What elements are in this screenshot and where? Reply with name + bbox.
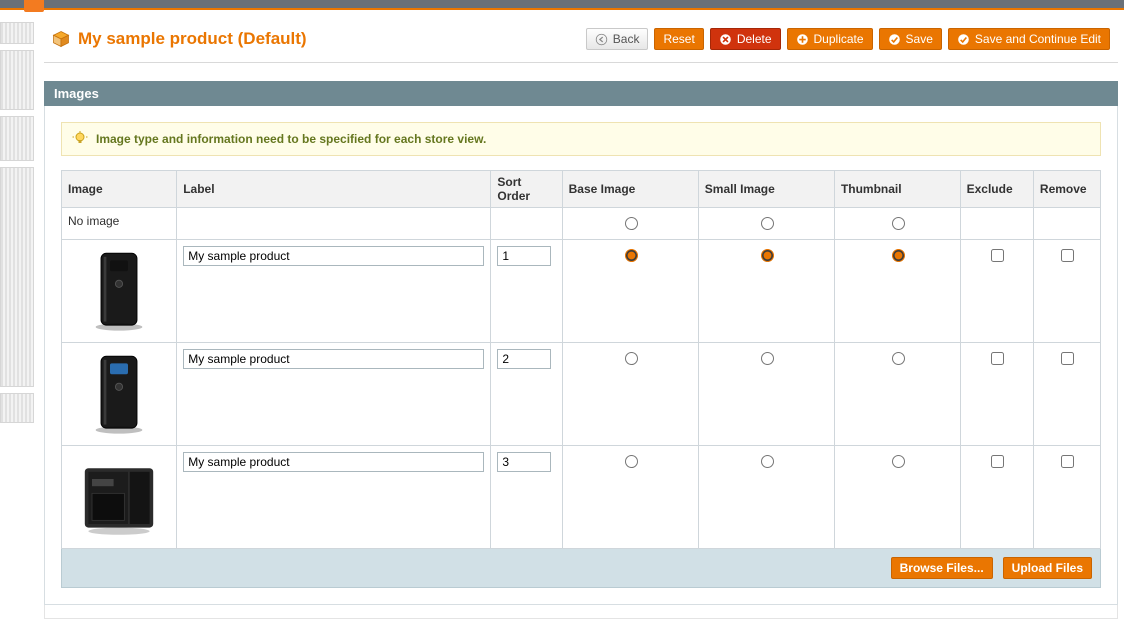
- left-rail: [0, 22, 34, 622]
- browse-files-label: Browse Files...: [900, 561, 984, 575]
- table-row: [62, 446, 1101, 549]
- hint-icon: [72, 131, 88, 147]
- duplicate-button[interactable]: Duplicate: [787, 28, 873, 50]
- section-header: Images: [44, 81, 1118, 106]
- upload-files-button[interactable]: Upload Files: [1003, 557, 1092, 579]
- thumbnail-radio[interactable]: [892, 217, 905, 230]
- no-image-cell: No image: [62, 208, 177, 240]
- label-input[interactable]: [183, 349, 484, 369]
- product-icon: [52, 30, 70, 48]
- delete-icon: [719, 33, 732, 46]
- save-continue-button[interactable]: Save and Continue Edit: [948, 28, 1110, 50]
- table-row: No image: [62, 208, 1101, 240]
- back-button[interactable]: Back: [586, 28, 649, 50]
- col-small-image: Small Image: [698, 171, 834, 208]
- upload-files-label: Upload Files: [1012, 561, 1083, 575]
- remove-checkbox[interactable]: [1061, 249, 1074, 262]
- reset-button[interactable]: Reset: [654, 28, 703, 50]
- col-sort-order: Sort Order: [491, 171, 562, 208]
- thumbnail-radio[interactable]: [892, 352, 905, 365]
- label-input[interactable]: [183, 246, 484, 266]
- product-thumbnail[interactable]: [74, 349, 164, 439]
- col-thumbnail: Thumbnail: [834, 171, 960, 208]
- images-table: Image Label Sort Order Base Image Small …: [61, 170, 1101, 549]
- col-exclude: Exclude: [960, 171, 1033, 208]
- notice-text: Image type and information need to be sp…: [96, 132, 486, 146]
- reset-label: Reset: [663, 32, 694, 46]
- small-image-radio[interactable]: [761, 455, 774, 468]
- base-image-radio[interactable]: [625, 352, 638, 365]
- col-remove: Remove: [1033, 171, 1100, 208]
- thumbnail-radio[interactable]: [892, 249, 905, 262]
- save-continue-icon: [957, 33, 970, 46]
- product-thumbnail[interactable]: [74, 246, 164, 336]
- col-label: Label: [177, 171, 491, 208]
- remove-checkbox[interactable]: [1061, 455, 1074, 468]
- exclude-checkbox[interactable]: [991, 352, 1004, 365]
- delete-button[interactable]: Delete: [710, 28, 781, 50]
- notice-bar: Image type and information need to be sp…: [61, 122, 1101, 156]
- small-image-radio[interactable]: [761, 217, 774, 230]
- base-image-radio[interactable]: [625, 455, 638, 468]
- action-buttons: Back Reset Delete Duplicate Save Save an…: [586, 28, 1110, 50]
- col-image: Image: [62, 171, 177, 208]
- delete-label: Delete: [737, 32, 772, 46]
- base-image-radio[interactable]: [625, 217, 638, 230]
- save-button[interactable]: Save: [879, 28, 942, 50]
- remove-checkbox[interactable]: [1061, 352, 1074, 365]
- section-body: Image type and information need to be sp…: [44, 106, 1118, 605]
- sort-order-input[interactable]: [497, 246, 551, 266]
- col-base-image: Base Image: [562, 171, 698, 208]
- page-title: My sample product (Default): [78, 29, 307, 49]
- product-thumbnail[interactable]: [74, 452, 164, 542]
- browse-files-button[interactable]: Browse Files...: [891, 557, 993, 579]
- sort-order-input[interactable]: [497, 349, 551, 369]
- sort-order-input[interactable]: [497, 452, 551, 472]
- thumbnail-radio[interactable]: [892, 455, 905, 468]
- duplicate-label: Duplicate: [814, 32, 864, 46]
- upload-footer: Browse Files... Upload Files: [61, 549, 1101, 588]
- save-continue-label: Save and Continue Edit: [975, 32, 1101, 46]
- back-label: Back: [613, 32, 640, 46]
- page-header: My sample product (Default) Back Reset D…: [44, 22, 1118, 63]
- small-image-radio[interactable]: [761, 249, 774, 262]
- exclude-checkbox[interactable]: [991, 249, 1004, 262]
- duplicate-icon: [796, 33, 809, 46]
- save-label: Save: [906, 32, 933, 46]
- save-icon: [888, 33, 901, 46]
- base-image-radio[interactable]: [625, 249, 638, 262]
- exclude-checkbox[interactable]: [991, 455, 1004, 468]
- small-image-radio[interactable]: [761, 352, 774, 365]
- section-title: Images: [54, 86, 99, 101]
- label-input[interactable]: [183, 452, 484, 472]
- table-row: [62, 240, 1101, 343]
- table-row: [62, 343, 1101, 446]
- back-icon: [595, 33, 608, 46]
